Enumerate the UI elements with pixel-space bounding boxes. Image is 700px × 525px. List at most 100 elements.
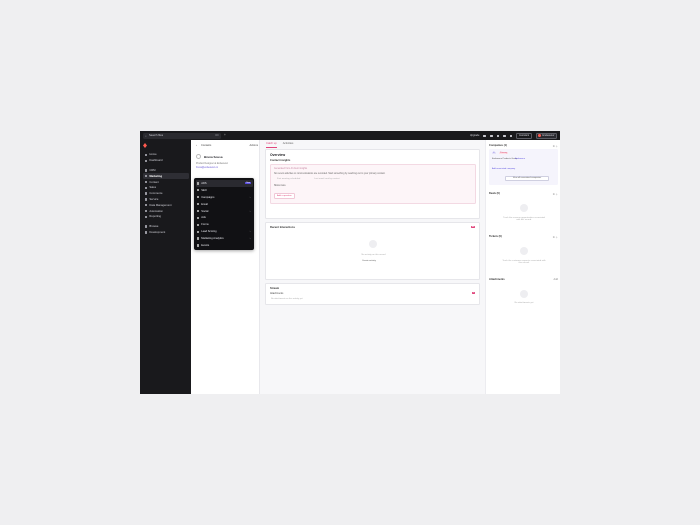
overview-title: Overview (270, 153, 286, 157)
sidebar-item-home[interactable]: Home (143, 152, 189, 158)
insights-heading: Generated from AI client insights (274, 168, 308, 170)
add-icon[interactable]: + (224, 133, 226, 137)
menu-item-ads[interactable]: ADS New (195, 180, 253, 187)
create-activity-link[interactable]: Create activity (362, 260, 376, 262)
menu-item-icon (197, 230, 200, 233)
menu-item-email[interactable]: Email (196, 201, 253, 208)
right-panel: Companies (1) ⚙ ＋ ⊡ Primary Endeavour Pr… (485, 140, 560, 394)
contact-insights-title: Contact insights (270, 159, 291, 162)
companies-section: Companies (1) ⚙ ＋ (489, 144, 558, 148)
attachments-add[interactable]: Add (554, 278, 558, 281)
menu-item-icon (197, 216, 200, 220)
nav-divider (143, 164, 189, 168)
reporting-icon (145, 215, 148, 219)
view-companies-button[interactable]: View all associated companies (505, 176, 549, 181)
hint-item: First meeting scheduled (277, 178, 301, 180)
status-badge: Primary (499, 152, 509, 155)
stream-title: Stream (270, 287, 280, 290)
help-icon[interactable] (496, 134, 500, 138)
breadcrumb[interactable]: Contacts (201, 144, 211, 147)
assistant-button[interactable]: Assistant (516, 132, 532, 139)
sidebar-item-sales[interactable]: Sales (143, 185, 189, 191)
back-arrow-icon[interactable]: ‹ (196, 144, 197, 147)
insights-banner: Generated from AI client insights No rec… (270, 164, 476, 204)
phone-icon[interactable] (483, 134, 486, 138)
upgrade-link[interactable]: Upgrade (470, 134, 480, 137)
logo-icon[interactable] (143, 143, 147, 148)
sidebar-item-browse[interactable]: Browse (143, 224, 189, 230)
attachments-empty-icon (520, 290, 528, 298)
attachments-empty-text: No attachments yet (514, 302, 534, 304)
menu-item-icon (197, 209, 200, 213)
sidebar-item-development[interactable]: Development (143, 230, 189, 236)
sidebar-item-label: Data Management (149, 203, 172, 207)
menu-item-lead-scoring[interactable]: Lead Scoring › (196, 228, 253, 235)
empty-activity-icon (369, 240, 377, 248)
sidebar-item-label: Browse (149, 225, 159, 229)
tab-catch-up[interactable]: Catch up (266, 142, 277, 148)
content-icon (145, 180, 148, 184)
show-more-link[interactable]: Show more (274, 185, 286, 187)
menu-item-label: Events (201, 243, 210, 247)
commerce-icon (145, 192, 148, 195)
menu-item-seo[interactable]: SEO (196, 187, 253, 194)
marketplace-icon[interactable] (490, 134, 493, 138)
chevron-right-icon: › (249, 237, 251, 241)
status-badge[interactable]: All (471, 226, 475, 229)
add-company-link[interactable]: Add associated company (492, 168, 515, 170)
companies-title[interactable]: Companies (1) (489, 144, 558, 147)
notifications-icon[interactable] (509, 134, 513, 138)
account-menu[interactable]: Endeavour (535, 132, 557, 139)
sidebar-item-commerce[interactable]: Commerce (143, 191, 189, 197)
company-name[interactable]: Endeavour (515, 158, 525, 160)
menu-item-icon (197, 182, 200, 185)
attachments-title[interactable]: Attachments (489, 278, 558, 281)
overview-card: Overview Contact insights Generated from… (265, 149, 480, 219)
menu-item-label: Email (201, 202, 208, 206)
deals-title[interactable]: Deals (0) (489, 192, 558, 195)
settings-icon[interactable] (503, 134, 506, 138)
top-bar: ⌕ Search files ⌘K + Upgrade Assistant En… (140, 131, 560, 140)
main-content: Catch up Activities Overview Contact ins… (260, 140, 485, 394)
global-search[interactable]: ⌕ Search files ⌘K (143, 132, 221, 139)
sidebar-nav: Home Dashboard CRM Marketing Content Sales Com… (143, 152, 189, 235)
service-icon (145, 198, 148, 201)
add-question-button[interactable]: Add a question (274, 193, 295, 199)
menu-item-icon (197, 202, 200, 206)
menu-item-icon (197, 237, 200, 240)
menu-item-ads[interactable]: Ads (196, 214, 253, 221)
menu-item-label: Marketing Analytics (201, 237, 224, 241)
sidebar-item-label: Development (149, 230, 166, 234)
crm-icon (145, 169, 148, 172)
menu-item-label: Social (201, 209, 209, 213)
companies-controls[interactable]: ⚙ ＋ (553, 144, 558, 148)
development-icon (145, 231, 148, 234)
contact-name: Bruna Sousa (204, 155, 223, 159)
empty-activity-text: No activity on this record (361, 254, 386, 256)
chevron-right-icon: › (249, 195, 251, 199)
sidebar-item-label: Service (149, 197, 159, 201)
tickets-controls[interactable]: ⚙ ＋ (553, 235, 558, 239)
menu-item-icon (197, 223, 200, 226)
menu-item-campaigns[interactable]: Campaigns › (196, 194, 253, 201)
company-logo-icon: ⊡ (492, 152, 496, 155)
sidebar-item-label: Sales (149, 186, 157, 190)
menu-item-events[interactable]: Events (196, 242, 253, 249)
deals-controls[interactable]: ⚙ ＋ (553, 192, 558, 196)
menu-item-forms[interactable]: Forms (196, 221, 253, 228)
tickets-empty-icon (520, 247, 528, 255)
attachments-count: 1 (472, 292, 475, 295)
tickets-title[interactable]: Tickets (0) (489, 235, 558, 238)
menu-item-icon (197, 244, 200, 247)
dashboard-icon (145, 159, 148, 162)
contact-email[interactable]: bruna@endeavour.co (196, 167, 218, 169)
deals-section: Deals (0) ⚙ ＋ (489, 192, 558, 196)
app-window: ⌕ Search files ⌘K + Upgrade Assistant En… (140, 131, 560, 394)
menu-item-social[interactable]: Social › (196, 208, 253, 215)
account-name: Endeavour (542, 134, 555, 138)
stream-card: Stream Attachments 1 No attachments on t… (265, 283, 480, 305)
menu-item-marketing-analytics[interactable]: Marketing Analytics › (196, 235, 253, 242)
company-card[interactable]: ⊡ Primary Endeavour Products Group Endea… (489, 149, 558, 185)
tab-activities[interactable]: Activities (283, 142, 294, 148)
actions-dropdown[interactable]: Actions (249, 144, 258, 147)
